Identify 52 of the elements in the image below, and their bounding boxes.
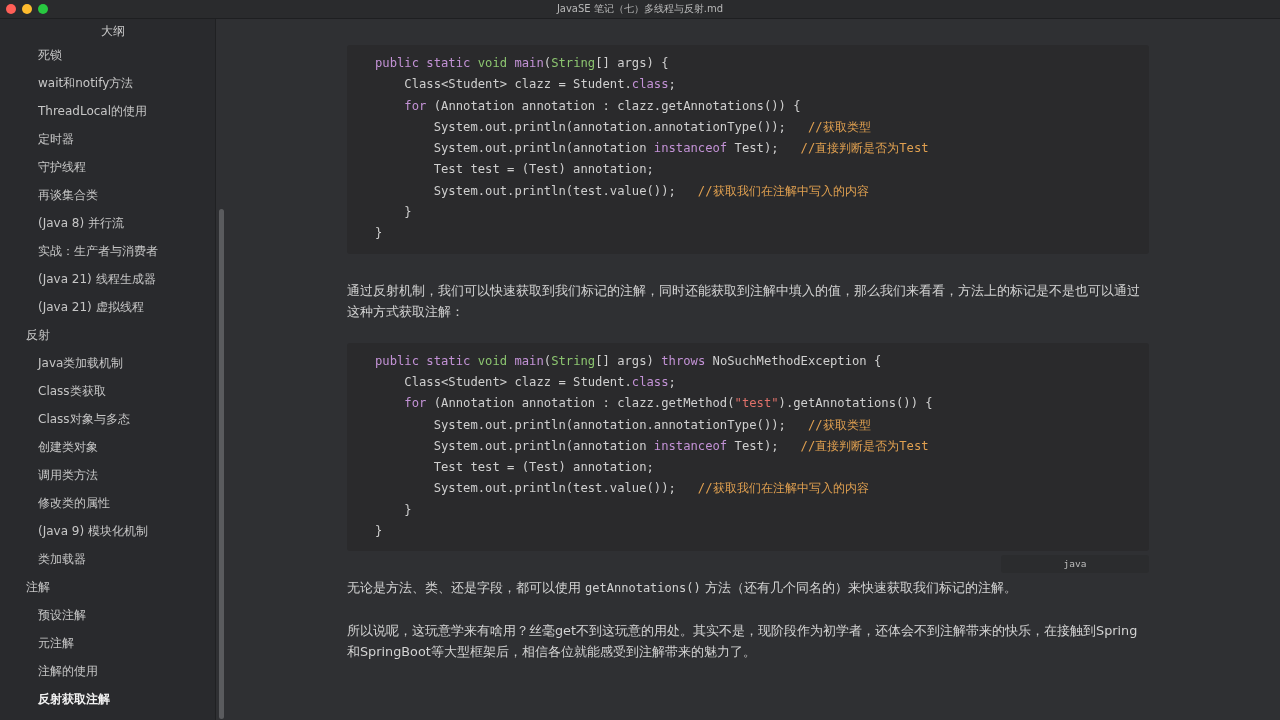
close-icon[interactable] <box>6 4 16 14</box>
outline-title: 大纲 <box>100 23 125 40</box>
code-line: } <box>375 225 384 243</box>
code-line: System.out.println(test.value()); //获取我们在注解中写入的内容 <box>432 480 870 498</box>
paragraph: 通过反射机制，我们可以快速获取到我们标记的注解，同时还能获取到注解中填入的值，那么我们来看看，方法上的标记是不是也可以通过这种方式获取注解： <box>347 281 1141 322</box>
code-line: System.out.println(annotation.annotationType()); //获取类型 <box>432 118 872 136</box>
outline-item[interactable]: (Java 9) 模块化机制 <box>0 517 215 545</box>
code-line: } <box>403 501 413 519</box>
window-title: JavaSE 笔记（七）多线程与反射.md <box>556 2 724 16</box>
paragraph: 无论是方法、类、还是字段，都可以使用 getAnnotations() 方法（还有几个同名的）来快速获取我们标记的注解。 <box>347 579 1018 598</box>
language-label[interactable]: java <box>1001 555 1149 574</box>
outline-item[interactable]: 创建类对象 <box>0 433 215 461</box>
code-line: public static void main(String[] args) { <box>375 55 670 72</box>
outline-item[interactable]: 死锁 <box>0 41 215 69</box>
outline-item[interactable]: (Java 21) 线程生成器 <box>0 265 215 293</box>
outline-item[interactable]: 元注解 <box>0 629 215 657</box>
code-line: System.out.println(annotation instanceof Test); //直接判断是否为Test <box>432 437 930 455</box>
outline-item[interactable]: 反射获取注解 <box>0 685 215 713</box>
outline-item[interactable]: 再谈集合类 <box>0 181 215 209</box>
code-line: for (Annotation annotation : clazz.getAnnotations()) { <box>403 97 802 115</box>
outline-item[interactable]: 反射 <box>0 321 215 349</box>
code-line: Class<Student> clazz = Student.class; <box>403 373 677 391</box>
outline-item[interactable]: 定时器 <box>0 125 215 153</box>
outline-item[interactable]: 守护线程 <box>0 153 215 181</box>
outline-item[interactable]: Class对象与多态 <box>0 405 215 433</box>
code-line: public static void main(String[] args) throws NoSuchMethodException { <box>375 352 883 370</box>
outline-item[interactable]: 注解 <box>0 573 215 601</box>
outline-item[interactable]: 修改类的属性 <box>0 489 215 517</box>
outline-item[interactable]: wait和notify方法 <box>0 69 215 97</box>
code-line: } <box>375 523 384 541</box>
outline-item[interactable]: 预设注解 <box>0 601 215 629</box>
outline-item[interactable]: Class类获取 <box>0 377 215 405</box>
code-line: System.out.println(annotation.annotationType()); //获取类型 <box>432 416 872 434</box>
minimize-icon[interactable] <box>22 4 32 14</box>
outline-item[interactable]: (Java 21) 虚拟线程 <box>0 293 215 321</box>
code-line: Class<Student> clazz = Student.class; <box>403 76 677 94</box>
paragraph: 所以说呢，这玩意学来有啥用？丝毫get不到这玩意的用处。其实不是，现阶段作为初学者，还体会不到注解带来的快乐，在接触到Spring和SpringBoot等大型框架后，相信各位就能感受到注解带来的魅力了。 <box>347 621 1139 662</box>
outline-item[interactable]: 实战：生产者与消费者 <box>0 237 215 265</box>
scrollbar[interactable] <box>219 209 224 719</box>
zoom-icon[interactable] <box>38 4 48 14</box>
outline-item[interactable]: 注解的使用 <box>0 657 215 685</box>
outline-item[interactable]: 类加载器 <box>0 545 215 573</box>
code-line: for (Annotation annotation : clazz.getMethod("test").getAnnotations()) { <box>403 395 934 413</box>
code-line: System.out.println(annotation instanceof Test); //直接判断是否为Test <box>432 140 930 158</box>
outline-item[interactable]: Java类加载机制 <box>0 349 215 377</box>
outline-item[interactable]: ThreadLocal的使用 <box>0 97 215 125</box>
code-line: Test test = (Test) annotation; <box>432 459 655 477</box>
outline-item[interactable]: 调用类方法 <box>0 461 215 489</box>
code-line: System.out.println(test.value()); //获取我们在注解中写入的内容 <box>432 182 870 200</box>
code-line: } <box>403 204 413 222</box>
code-line: Test test = (Test) annotation; <box>432 161 655 179</box>
outline-item[interactable]: (Java 8) 并行流 <box>0 209 215 237</box>
